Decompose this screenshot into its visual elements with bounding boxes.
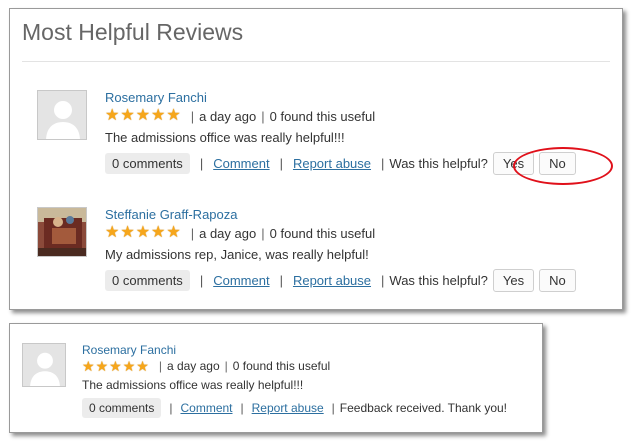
star-icon: ★ [120, 107, 135, 124]
separator: | [381, 273, 385, 288]
review-time: a day ago [199, 225, 257, 241]
star-icon: ★ [136, 358, 149, 374]
separator: | [199, 156, 204, 171]
star-icon: ★ [135, 224, 151, 241]
separator: | [169, 401, 173, 415]
separator: | [240, 401, 244, 415]
comment-link[interactable]: Comment [213, 273, 269, 288]
review-actions: 0 comments | Comment | Report abuse | Fe… [82, 398, 507, 418]
review-actions: 0 comments | Comment | Report abuse | Wa… [105, 269, 576, 292]
review-time: a day ago [199, 108, 257, 124]
separator: | [190, 225, 195, 241]
useful-count: 0 found this useful [232, 359, 331, 373]
title-divider [22, 61, 610, 62]
review-time: a day ago [166, 359, 220, 373]
reviewer-name-link[interactable]: Rosemary Fanchi [105, 90, 207, 105]
star-rating: ★ ★ ★ ★ ★ [82, 359, 150, 373]
review-text: The admissions office was really helpful… [82, 378, 304, 392]
default-avatar-icon [22, 343, 66, 387]
useful-count: 0 found this useful [269, 108, 376, 124]
review-item: Rosemary Fanchi ★ ★ ★ ★ ★ | a day ago | … [22, 343, 537, 423]
review-item: Steffanie Graff-Rapoza ★ ★ ★ ★ ★ | a day… [37, 207, 617, 297]
default-avatar-icon [37, 90, 87, 140]
separator: | [190, 108, 195, 124]
separator: | [381, 156, 385, 171]
helpful-question: Was this helpful? [389, 273, 488, 288]
review-text: My admissions rep, Janice, was really he… [105, 247, 369, 262]
report-abuse-link[interactable]: Report abuse [293, 273, 371, 288]
review-meta: ★ ★ ★ ★ ★ | a day ago | 0 found this use… [82, 359, 330, 373]
comments-count-button[interactable]: 0 comments [105, 153, 190, 174]
feedback-message: Feedback received. Thank you! [339, 401, 508, 415]
star-rating: ★ ★ ★ ★ ★ [105, 225, 182, 241]
star-icon: ★ [105, 107, 120, 124]
highlight-ellipse [513, 147, 613, 185]
star-icon: ★ [82, 358, 95, 374]
separator: | [158, 359, 162, 373]
yes-button[interactable]: Yes [492, 269, 535, 292]
separator: | [331, 401, 335, 415]
comments-count-button[interactable]: 0 comments [105, 270, 190, 291]
useful-count: 0 found this useful [269, 225, 376, 241]
star-icon: ★ [95, 358, 109, 374]
no-button[interactable]: No [539, 269, 576, 292]
star-icon: ★ [151, 107, 166, 124]
comment-link[interactable]: Comment [213, 156, 269, 171]
photo-avatar [37, 207, 87, 257]
most-helpful-reviews-panel: Most Helpful Reviews Rosemary Fanchi ★ ★… [9, 8, 623, 310]
star-icon: ★ [109, 358, 122, 374]
separator: | [279, 273, 283, 288]
reviewer-name-link[interactable]: Rosemary Fanchi [82, 343, 176, 357]
star-icon: ★ [166, 224, 181, 241]
reviewer-name-link[interactable]: Steffanie Graff-Rapoza [105, 207, 238, 222]
report-abuse-link[interactable]: Report abuse [252, 401, 324, 415]
review-actions: 0 comments | Comment | Report abuse | Wa… [105, 152, 576, 175]
helpful-question: Was this helpful? [389, 156, 488, 171]
review-text: The admissions office was really helpful… [105, 130, 345, 145]
separator: | [199, 273, 204, 288]
section-title: Most Helpful Reviews [22, 19, 244, 45]
review-meta: ★ ★ ★ ★ ★ | a day ago | 0 found this use… [105, 108, 375, 124]
star-icon: ★ [151, 224, 166, 241]
star-icon: ★ [122, 358, 136, 374]
comment-link[interactable]: Comment [180, 401, 232, 415]
star-icon: ★ [166, 107, 181, 124]
separator: | [261, 108, 265, 124]
star-icon: ★ [105, 224, 120, 241]
report-abuse-link[interactable]: Report abuse [293, 156, 371, 171]
star-icon: ★ [135, 107, 151, 124]
star-icon: ★ [120, 224, 135, 241]
star-rating: ★ ★ ★ ★ ★ [105, 108, 182, 124]
separator: | [279, 156, 283, 171]
review-meta: ★ ★ ★ ★ ★ | a day ago | 0 found this use… [105, 225, 375, 241]
separator: | [224, 359, 228, 373]
comments-count-button[interactable]: 0 comments [82, 398, 162, 418]
review-feedback-panel: Rosemary Fanchi ★ ★ ★ ★ ★ | a day ago | … [9, 323, 543, 433]
separator: | [261, 225, 265, 241]
